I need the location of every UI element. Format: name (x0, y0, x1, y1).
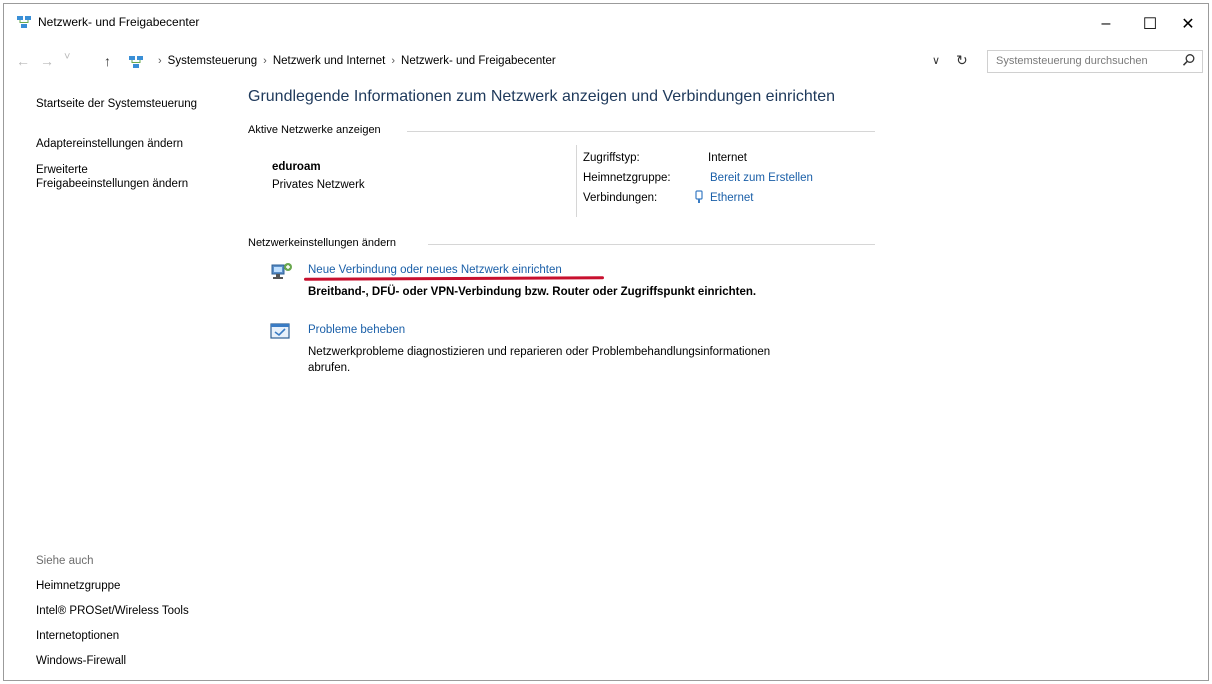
address-dropdown-icon[interactable]: ∨ (932, 54, 940, 67)
search-placeholder: Systemsteuerung durchsuchen (996, 55, 1148, 67)
connections-label: Verbindungen: (583, 192, 658, 204)
breadcrumb-separator: › (263, 55, 267, 67)
search-icon[interactable] (1182, 53, 1196, 67)
address-bar: ← → ˅ ↑ › Systemsteuerung › Netzwerk und In… (4, 48, 1208, 76)
breadcrumb-item-freigabecenter[interactable]: Netzwerk- und Freigabecenter (401, 55, 556, 67)
network-center-icon (129, 56, 143, 68)
breadcrumb-item-netzwerk-internet[interactable]: Netzwerk und Internet (273, 55, 386, 67)
homegroup-link[interactable]: Bereit zum Erstellen (710, 172, 813, 184)
ethernet-icon (695, 190, 703, 203)
divider (407, 131, 875, 132)
troubleshoot-link[interactable]: Probleme beheben (308, 324, 405, 336)
minimize-icon: – (1101, 15, 1111, 32)
network-center-icon (17, 16, 31, 28)
close-icon: ✕ (1181, 16, 1195, 33)
see-also-intel-proset[interactable]: Intel® PROSet/Wireless Tools (36, 605, 189, 617)
forward-icon[interactable]: → (40, 53, 54, 69)
new-connection-description: Breitband-, DFÜ- oder VPN-Verbindung bzw… (308, 286, 757, 298)
network-name: eduroam (272, 161, 321, 173)
annotation-underline (303, 276, 605, 281)
divider (576, 145, 577, 217)
page-title: Grundlegende Informationen zum Netzwerk … (248, 88, 836, 105)
sidebar-item-erweiterte-line2[interactable]: Freigabeeinstellungen ändern (36, 177, 188, 191)
refresh-icon[interactable]: ↻ (956, 52, 968, 69)
new-connection-link[interactable]: Neue Verbindung oder neues Netzwerk einr… (308, 264, 562, 276)
network-type: Privates Netzwerk (272, 179, 365, 191)
title-bar: Netzwerk- und Freigabecenter – ☐ ✕ (4, 4, 1208, 44)
ethernet-link[interactable]: Ethernet (710, 192, 753, 204)
troubleshoot-description-line1: Netzwerkprobleme diagnostizieren und rep… (308, 346, 771, 358)
homegroup-label: Heimnetzgruppe: (583, 172, 671, 184)
up-icon[interactable]: ↑ (104, 53, 111, 69)
new-connection-icon (271, 263, 292, 279)
breadcrumb-separator: › (391, 55, 396, 67)
see-also-heading: Siehe auch (36, 555, 94, 567)
control-panel-window: Netzwerk- und Freigabecenter – ☐ ✕ ← → ˅… (3, 3, 1209, 681)
divider (428, 244, 875, 245)
back-icon[interactable]: ← (16, 53, 30, 69)
recent-locations-icon[interactable]: ˅ (64, 51, 70, 63)
window-title: Netzwerk- und Freigabecenter (38, 15, 200, 29)
breadcrumb: › Systemsteuerung › Netzwerk und Internet › N… (152, 55, 556, 67)
see-also-heimnetzgruppe[interactable]: Heimnetzgruppe (36, 580, 120, 592)
section-active-networks: Aktive Netzwerke anzeigen (248, 124, 381, 136)
access-type-value: Internet (708, 152, 747, 164)
search-input[interactable]: Systemsteuerung durchsuchen (987, 50, 1203, 73)
sidebar-item-erweiterte-line1[interactable]: Erweiterte (36, 163, 88, 177)
sidebar-item-adaptereinstellungen[interactable]: Adaptereinstellungen ändern (36, 137, 183, 151)
section-change-settings: Netzwerkeinstellungen ändern (248, 237, 396, 249)
see-also-internetoptionen[interactable]: Internetoptionen (36, 630, 119, 642)
troubleshoot-icon (270, 323, 290, 339)
breadcrumb-separator: › (158, 55, 162, 67)
see-also-windows-firewall[interactable]: Windows-Firewall (36, 655, 126, 667)
sidebar-item-startseite[interactable]: Startseite der Systemsteuerung (36, 97, 197, 111)
maximize-icon: ☐ (1142, 16, 1158, 33)
access-type-label: Zugriffstyp: (583, 152, 640, 164)
close-button[interactable]: ✕ (1166, 8, 1210, 40)
breadcrumb-item-systemsteuerung[interactable]: Systemsteuerung (168, 55, 258, 67)
minimize-button[interactable]: – (1084, 8, 1128, 40)
troubleshoot-description-line2: abrufen. (308, 362, 351, 374)
